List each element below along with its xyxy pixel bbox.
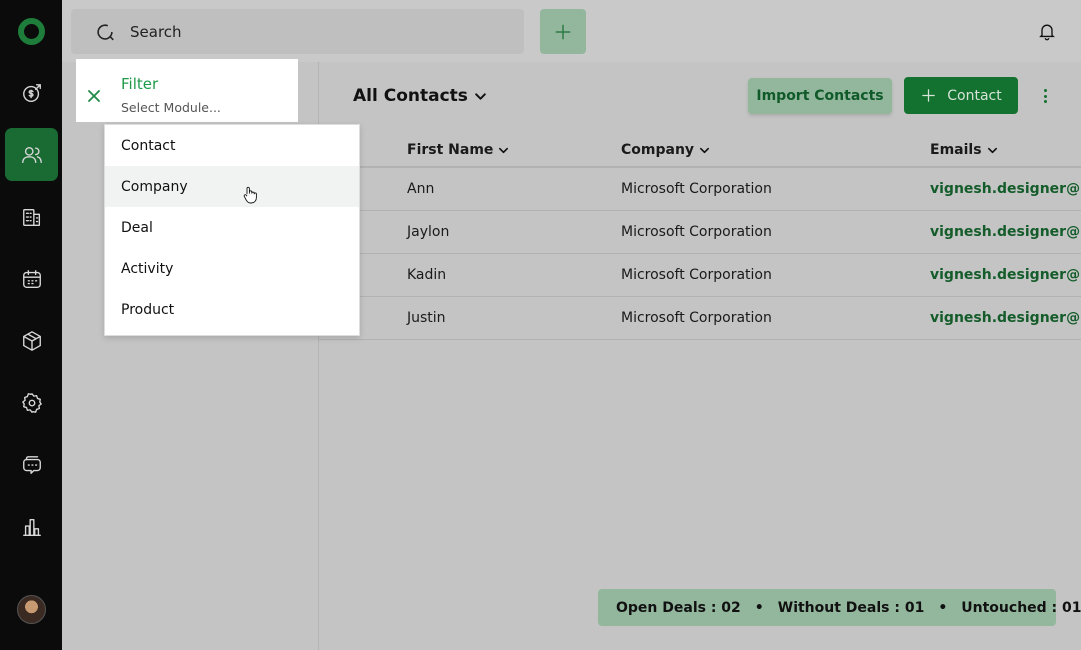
stat-separator: • [754,599,764,616]
search-bar[interactable]: Search [71,9,524,54]
column-header-label: Company [621,142,695,158]
column-header-company[interactable]: Company [621,142,710,158]
cell-company: Microsoft Corporation [621,181,772,197]
view-selector[interactable]: All Contacts [353,86,487,106]
module-select[interactable]: Select Module... [121,100,221,115]
table-row[interactable]: Jaylon Microsoft Corporation vignesh.des… [319,211,1081,254]
deal-stats-bar: Open Deals : 02 • Without Deals : 01 • U… [598,589,1081,626]
cell-email[interactable]: vignesh.designer@mc [930,310,1081,326]
add-contact-button[interactable]: Contact [904,77,1018,114]
cell-first-name: Justin [407,310,446,326]
column-header-emails[interactable]: Emails [930,142,998,158]
cell-company: Microsoft Corporation [621,224,772,240]
settings-icon [21,392,42,413]
calendar-icon [22,269,41,288]
module-dropdown: Contact Company Deal Activity Product [104,124,360,336]
notification-button[interactable] [1037,21,1057,41]
hand-cursor-icon [243,186,257,204]
cell-first-name: Kadin [407,267,447,283]
chevron-down-icon [700,147,710,153]
plus-icon [922,89,936,102]
quick-add-button[interactable] [540,9,586,54]
module-option-activity[interactable]: Activity [105,248,359,289]
filter-title: Filter [121,75,159,93]
module-option-deal[interactable]: Deal [105,207,359,248]
app-logo[interactable] [18,18,45,45]
sidebar-item-calendar[interactable] [5,252,58,305]
cell-email[interactable]: vignesh.designer@mc [930,267,1081,283]
cell-email[interactable]: vignesh.designer@mc [930,181,1081,197]
without-deals-stat: Without Deals : 01 [777,599,925,616]
bell-icon [1039,24,1055,41]
filter-panel: Filter Select Module... [76,59,298,122]
more-options-button[interactable] [1041,87,1049,105]
reports-icon [22,518,41,536]
plus-icon [555,24,571,39]
sidebar-item-settings[interactable] [5,376,58,429]
deals-icon [22,83,41,102]
sidebar-item-companies[interactable] [5,190,58,243]
cell-company: Microsoft Corporation [621,310,772,326]
products-icon [22,330,41,351]
stat-separator: • [938,599,948,616]
user-avatar[interactable] [17,595,46,624]
search-icon [97,23,114,40]
cell-company: Microsoft Corporation [621,267,772,283]
contacts-icon [21,146,42,163]
sidebar [0,0,62,650]
open-deals-stat: Open Deals : 02 [616,599,741,616]
table-row[interactable]: Ann Microsoft Corporation vignesh.design… [319,168,1081,211]
sidebar-item-chat[interactable] [5,438,58,491]
chevron-down-icon [987,147,997,153]
chat-icon [22,455,41,474]
top-bar: Search [62,0,1081,62]
sidebar-item-deals[interactable] [5,66,58,119]
module-option-company[interactable]: Company [105,166,359,207]
table-row[interactable]: Justin Microsoft Corporation vignesh.des… [319,297,1081,340]
sidebar-item-products[interactable] [5,314,58,367]
sidebar-item-contacts[interactable] [5,128,58,181]
table-row[interactable]: Kadin Microsoft Corporation vignesh.desi… [319,254,1081,297]
untouched-stat: Untouched : 01 [961,599,1081,616]
chevron-down-icon [475,92,486,100]
kebab-dot [1043,100,1047,103]
close-icon [88,90,100,102]
add-contact-label: Contact [947,87,1002,104]
cell-email[interactable]: vignesh.designer@mc [930,224,1081,240]
module-option-product[interactable]: Product [105,289,359,330]
sidebar-item-reports[interactable] [5,500,58,553]
search-input[interactable]: Search [130,23,182,41]
column-header-label: First Name [407,142,494,158]
chevron-down-icon [499,147,509,153]
import-contacts-button[interactable]: Import Contacts [748,78,892,114]
cell-first-name: Jaylon [407,224,450,240]
cell-first-name: Ann [407,181,435,197]
module-option-contact[interactable]: Contact [105,125,359,166]
page-title: All Contacts [353,86,468,106]
close-filter-button[interactable] [88,87,100,102]
kebab-dot [1043,94,1047,98]
column-header-label: Emails [930,142,982,158]
kebab-dot [1043,89,1047,92]
companies-icon [22,208,40,226]
column-header-first-name[interactable]: First Name [407,142,509,158]
